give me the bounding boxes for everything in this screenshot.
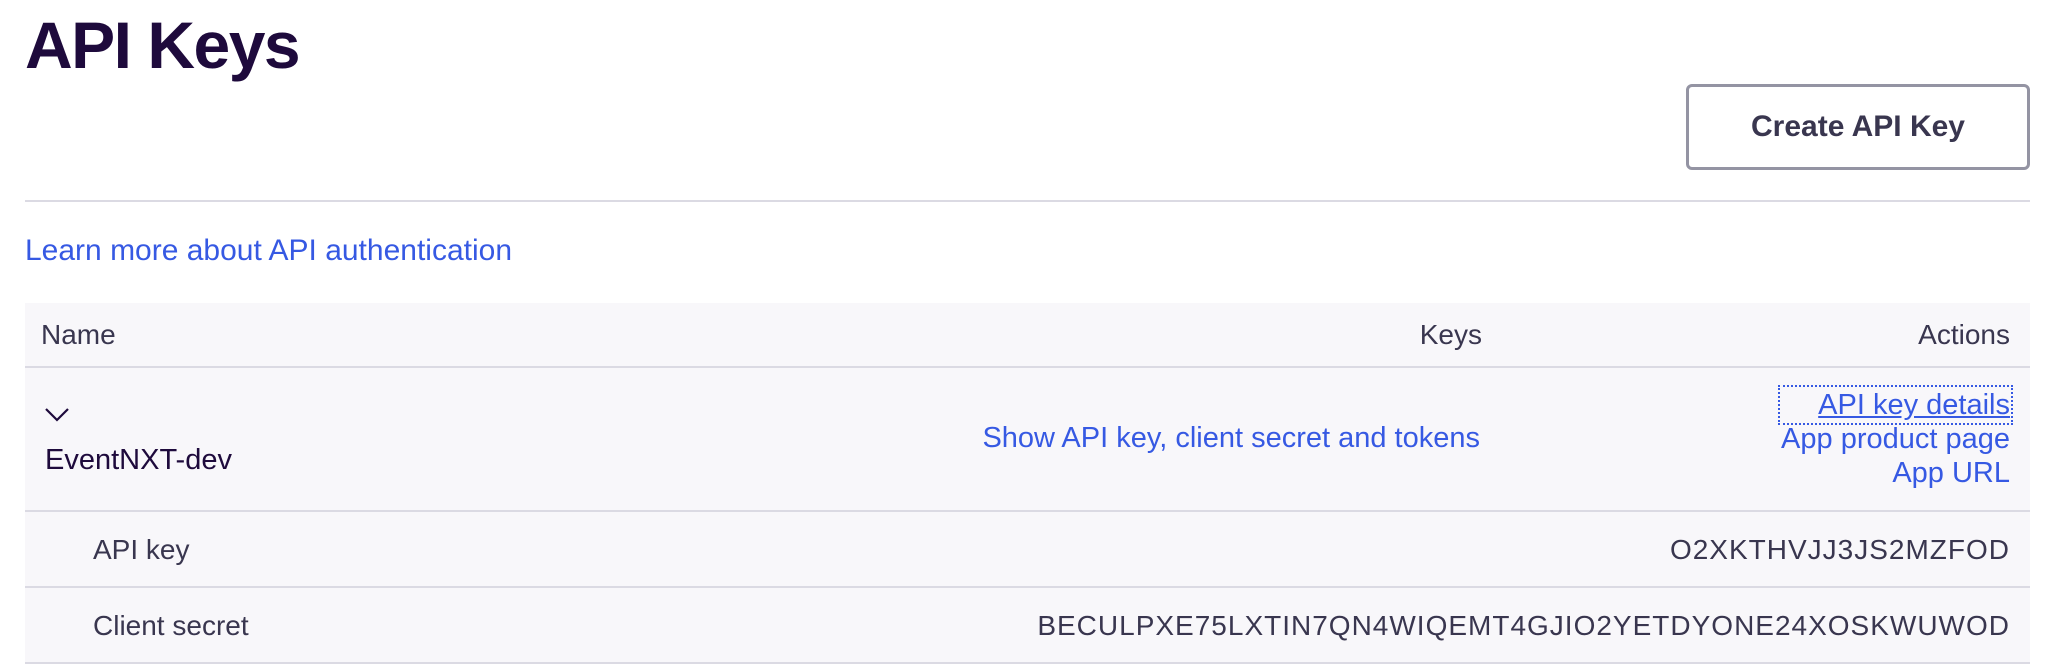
app-name: EventNXT-dev — [45, 444, 232, 476]
table-row-api-key: API key O2XKTHVJJ3JS2MZFOD — [25, 512, 2030, 588]
api-key-value: O2XKTHVJJ3JS2MZFOD — [1669, 534, 2010, 565]
api-key-details-link[interactable]: API key details — [1778, 385, 2013, 425]
app-product-page-link[interactable]: App product page — [1781, 422, 2010, 456]
table-row-client-secret: Client secret BECULPXE75LXTIN7QN4WIQEMT4… — [25, 588, 2030, 664]
client-secret-label: Client secret — [93, 610, 249, 641]
column-header-name: Name — [41, 319, 116, 350]
row-actions: API key details App product page App URL — [1778, 385, 2013, 490]
table-row: EventNXT-dev Show API key, client secret… — [25, 368, 2030, 512]
column-header-actions: Actions — [1918, 319, 2010, 350]
table-header-row: Name Keys Actions — [25, 303, 2030, 368]
divider — [25, 200, 2030, 202]
api-key-label: API key — [93, 534, 190, 565]
app-url-link[interactable]: App URL — [1781, 456, 2010, 490]
chevron-down-icon[interactable] — [43, 404, 71, 424]
learn-more-api-authentication-link[interactable]: Learn more about API authentication — [25, 234, 512, 268]
show-api-key-link[interactable]: Show API key, client secret and tokens — [982, 422, 1480, 455]
client-secret-value: BECULPXE75LXTIN7QN4WIQEMT4GJIO2YETDYONE2… — [1037, 610, 2010, 641]
create-api-key-button[interactable]: Create API Key — [1686, 84, 2030, 170]
page-title: API Keys — [25, 8, 301, 82]
column-header-keys: Keys — [1419, 319, 1482, 350]
api-keys-table: Name Keys Actions EventNXT-dev Show API … — [25, 303, 2030, 664]
